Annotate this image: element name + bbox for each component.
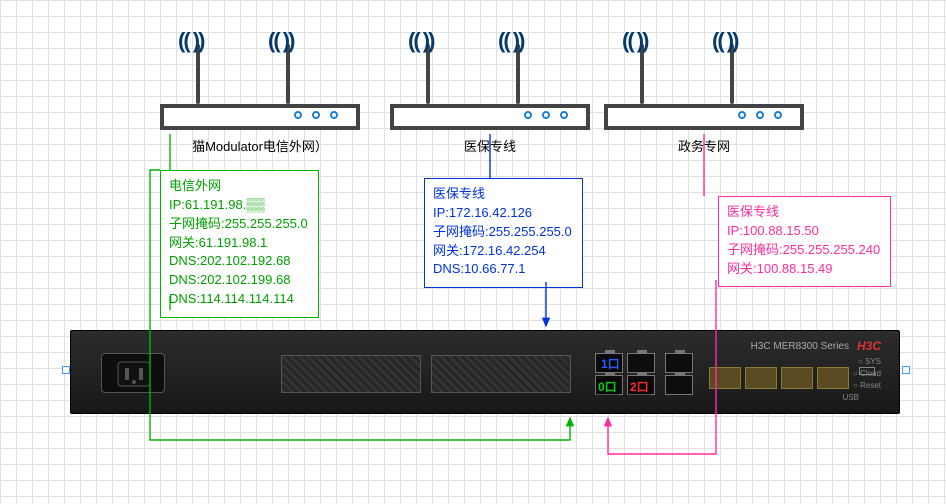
- modem-label: 猫Modulator电信外网）: [160, 136, 360, 155]
- expansion-slot-icon: [431, 355, 571, 393]
- port-label-0: 0口: [596, 378, 619, 395]
- modem-body-icon: [160, 104, 360, 130]
- net-dns: DNS:10.66.77.1: [433, 260, 572, 279]
- port-label-2: 2口: [628, 378, 651, 395]
- led-icon: [560, 111, 568, 119]
- antenna-wave-icon: (( )): [712, 28, 737, 54]
- led-icon: [312, 111, 320, 119]
- net-dns: DNS:202.102.192.68: [169, 252, 308, 271]
- net-gateway: 网关:100.88.15.49: [727, 260, 880, 279]
- rj45-port-icon: [665, 353, 693, 373]
- antenna-wave-icon: (( )): [268, 28, 293, 54]
- infobox-gov[interactable]: 医保专线 IP:100.88.15.50 子网掩码:255.255.255.24…: [718, 196, 891, 287]
- rj45-port-icon: [665, 375, 693, 395]
- antenna-wave-icon: (( )): [408, 28, 433, 54]
- modem-body-icon: [390, 104, 590, 130]
- led-icon: [738, 111, 746, 119]
- brand-logo: H3C: [857, 339, 881, 353]
- sfp-port-icon: [745, 367, 777, 389]
- net-dns: DNS:202.102.199.68: [169, 271, 308, 290]
- infobox-yibao[interactable]: 医保专线 IP:172.16.42.126 子网掩码:255.255.255.0…: [424, 178, 583, 288]
- cloud-led-label: ○ Cloud: [853, 369, 881, 378]
- led-icon: [756, 111, 764, 119]
- antenna-wave-icon: (( )): [498, 28, 523, 54]
- resize-handle-right[interactable]: [902, 366, 910, 374]
- net-gateway: 网关:172.16.42.254: [433, 242, 572, 261]
- modem-gov[interactable]: (( )) (( )) 政务专网: [604, 34, 804, 155]
- device-series: H3C MER8300 Series: [751, 341, 849, 352]
- net-ip: IP:100.88.15.50: [727, 222, 880, 241]
- net-mask: 子网掩码:255.255.255.0: [433, 223, 572, 242]
- net-gateway: 网关:61.191.98.1: [169, 234, 308, 253]
- reset-label: ○ Reset: [853, 381, 881, 390]
- antenna-wave-icon: (( )): [622, 28, 647, 54]
- led-icon: [330, 111, 338, 119]
- led-icon: [294, 111, 302, 119]
- antenna-wave-icon: (( )): [178, 28, 203, 54]
- sys-led-label: ○ SYS: [858, 357, 881, 366]
- modem-label: 政务专网: [604, 136, 804, 155]
- rj45-port-icon: [627, 353, 655, 373]
- port-label-1: 1口: [599, 355, 622, 372]
- net-ip: IP:172.16.42.126: [433, 204, 572, 223]
- net-ip: IP:61.191.98.▒▒: [169, 196, 308, 215]
- sfp-port-icon: [709, 367, 741, 389]
- net-dns: DNS:114.114.114.114: [169, 290, 308, 309]
- net-title: 电信外网: [169, 177, 308, 196]
- resize-handle-left[interactable]: [62, 366, 70, 374]
- modem-body-icon: [604, 104, 804, 130]
- modem-yibao[interactable]: (( )) (( )) 医保专线: [390, 34, 590, 155]
- modem-telecom[interactable]: (( )) (( )) 猫Modulator电信外网）: [160, 34, 360, 155]
- infobox-telecom[interactable]: 电信外网 IP:61.191.98.▒▒ 子网掩码:255.255.255.0 …: [160, 170, 319, 318]
- led-icon: [524, 111, 532, 119]
- led-icon: [542, 111, 550, 119]
- led-icon: [774, 111, 782, 119]
- sfp-port-icon: [817, 367, 849, 389]
- router-device[interactable]: 1口 0口 2口 H3C MER8300 Series H3C ○ SYS ○ …: [70, 330, 900, 414]
- sfp-port-icon: [781, 367, 813, 389]
- power-socket-icon: [101, 353, 165, 393]
- usb-label: USB: [843, 393, 859, 402]
- net-mask: 子网掩码:255.255.255.0: [169, 215, 308, 234]
- net-title: 医保专线: [433, 185, 572, 204]
- net-mask: 子网掩码:255.255.255.240: [727, 241, 880, 260]
- expansion-slot-icon: [281, 355, 421, 393]
- net-title: 医保专线: [727, 203, 880, 222]
- modem-label: 医保专线: [390, 136, 590, 155]
